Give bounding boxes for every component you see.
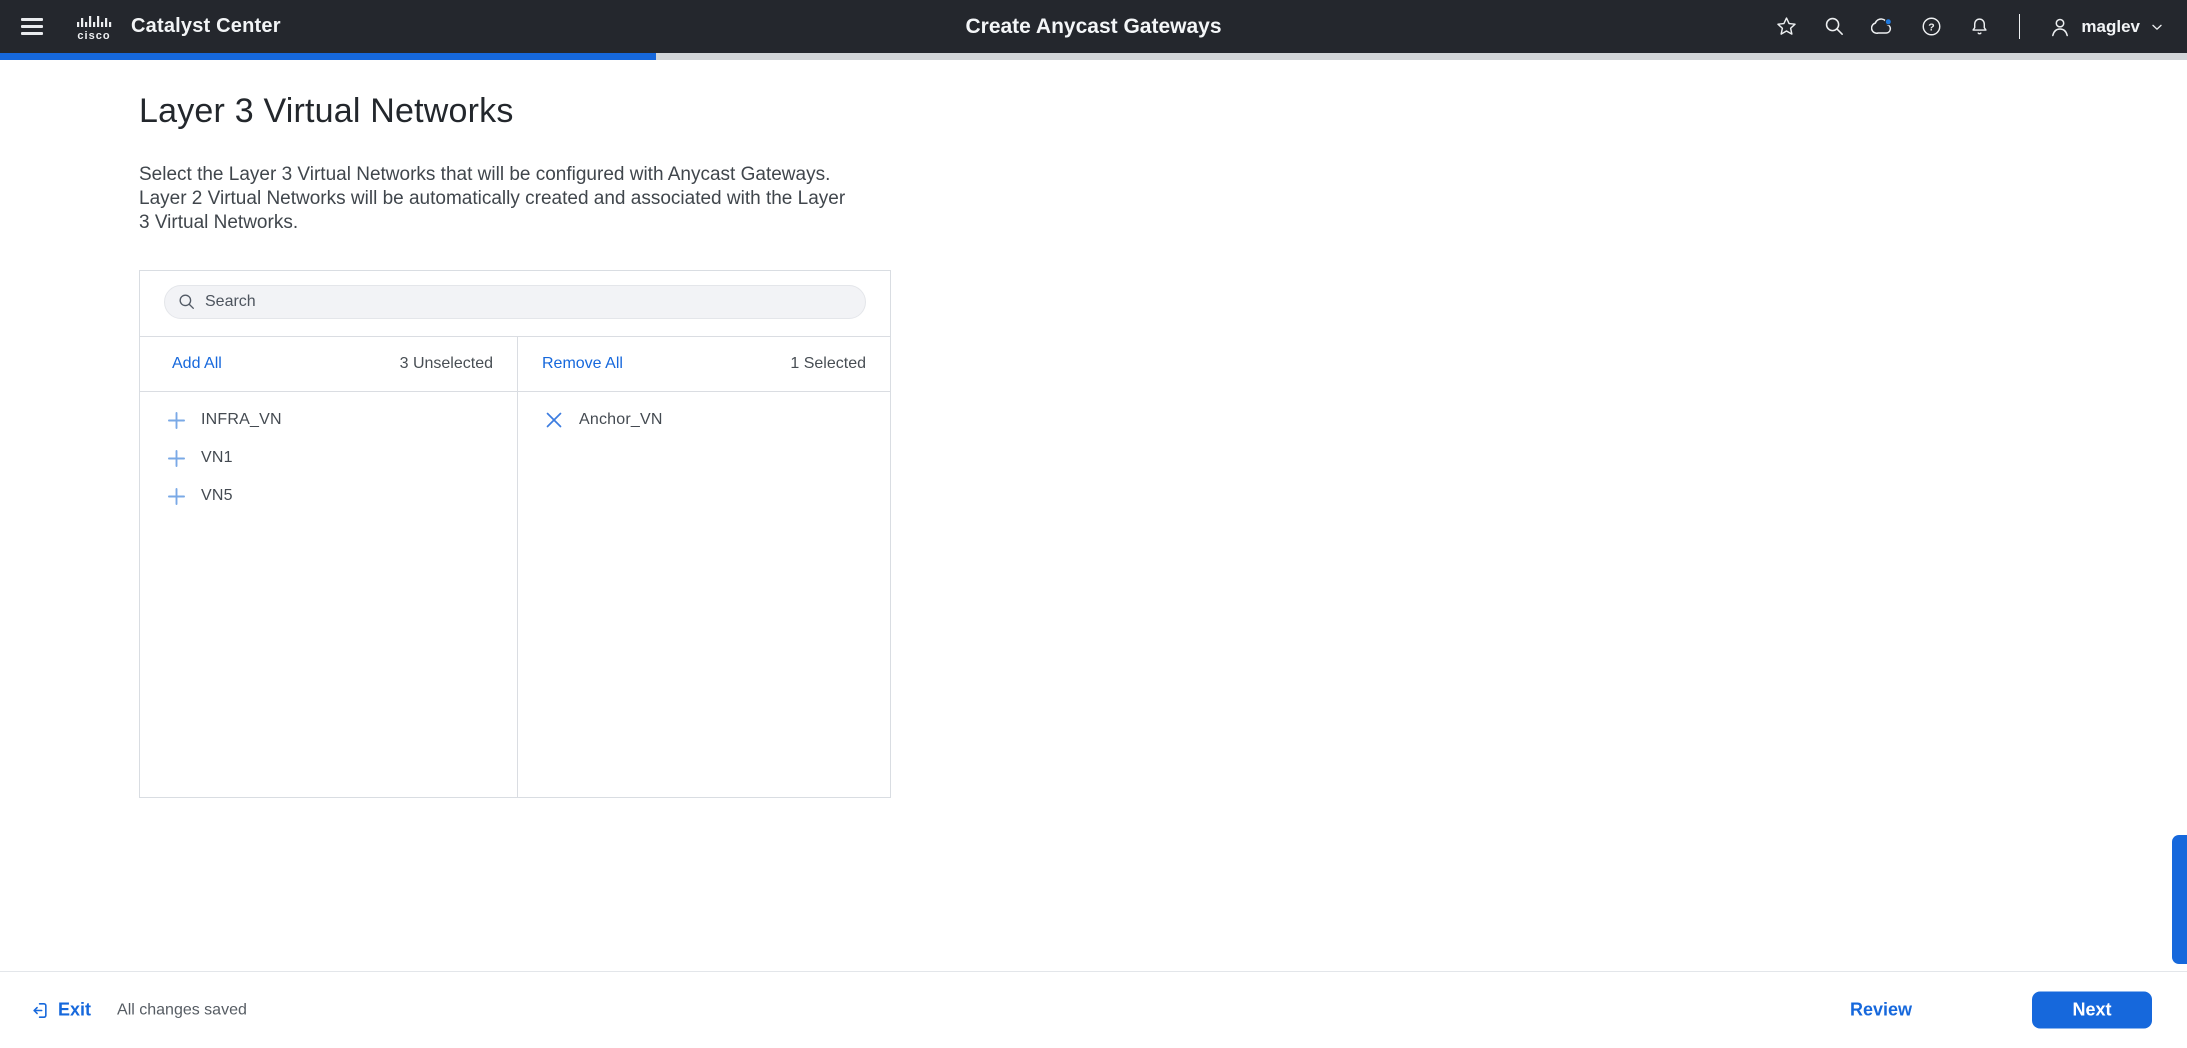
app-title: Catalyst Center xyxy=(131,15,281,37)
svg-text:?: ? xyxy=(1929,21,1935,33)
user-icon xyxy=(2052,18,2069,36)
selected-list: Anchor_VN xyxy=(517,392,890,797)
header-divider xyxy=(2019,14,2021,39)
search-row xyxy=(140,271,890,319)
available-list: INFRA_VN VN1 VN5 xyxy=(140,392,517,797)
wizard-progress-bar xyxy=(0,53,2187,60)
section-description: Select the Layer 3 Virtual Networks that… xyxy=(139,163,845,235)
exit-button[interactable]: Exit xyxy=(30,1000,91,1021)
chevron-down-icon xyxy=(2152,24,2162,30)
add-all-link[interactable]: Add All xyxy=(172,355,222,373)
list-item[interactable]: INFRA_VN xyxy=(140,401,517,439)
page: cisco Catalyst Center Create Anycast Gat… xyxy=(0,0,2187,1048)
svg-text:cisco: cisco xyxy=(77,30,110,42)
review-link[interactable]: Review xyxy=(1850,1000,1912,1021)
search-box xyxy=(164,285,866,319)
footer-right: Review Next xyxy=(1850,991,2152,1029)
username: maglev xyxy=(2081,16,2140,36)
description-line: 3 Virtual Networks. xyxy=(139,212,299,233)
notifications-bell-icon[interactable] xyxy=(1968,15,1991,38)
add-plus-icon[interactable] xyxy=(167,487,185,505)
list-item[interactable]: Anchor_VN xyxy=(518,401,890,439)
exit-label: Exit xyxy=(58,999,92,1020)
transfer-header: Add All 3 Unselected Remove All 1 Select… xyxy=(140,336,890,392)
wizard-footer: Exit All changes saved Review Next xyxy=(0,971,2187,1048)
description-line: Select the Layer 3 Virtual Networks that… xyxy=(139,164,831,185)
add-plus-icon[interactable] xyxy=(167,449,185,467)
exit-door-icon xyxy=(33,1002,47,1018)
page-title: Create Anycast Gateways xyxy=(965,14,1222,38)
footer-left: Exit All changes saved xyxy=(30,1000,247,1021)
search-icon[interactable] xyxy=(1823,15,1846,38)
list-item[interactable]: VN5 xyxy=(140,477,517,515)
cloud-status-icon[interactable] xyxy=(1871,15,1895,39)
favorites-star-icon[interactable] xyxy=(1775,15,1798,38)
cisco-logo: cisco xyxy=(77,15,112,42)
virtual-networks-transfer-panel: Add All 3 Unselected Remove All 1 Select… xyxy=(139,270,891,798)
help-icon[interactable]: ? xyxy=(1920,15,1943,38)
wizard-progress-fill xyxy=(0,53,657,60)
description-line: Layer 2 Virtual Networks will be automat… xyxy=(139,188,846,209)
selected-header: Remove All 1 Selected xyxy=(517,337,890,391)
add-plus-icon[interactable] xyxy=(167,411,185,429)
vn-name: Anchor_VN xyxy=(579,411,663,428)
scrollbar-thumb[interactable] xyxy=(2172,835,2187,964)
available-header: Add All 3 Unselected xyxy=(140,337,517,391)
unselected-count: 3 Unselected xyxy=(399,355,493,372)
section-heading: Layer 3 Virtual Networks xyxy=(139,92,514,130)
remove-all-link[interactable]: Remove All xyxy=(542,355,623,373)
app-header: cisco Catalyst Center Create Anycast Gat… xyxy=(0,0,2187,53)
header-actions: ? maglev xyxy=(1775,14,2187,39)
menu-icon[interactable] xyxy=(21,18,43,35)
remove-x-icon[interactable] xyxy=(545,411,563,429)
search-icon xyxy=(179,294,194,309)
vn-name: VN5 xyxy=(201,487,233,504)
search-input[interactable] xyxy=(205,293,852,311)
autosave-status: All changes saved xyxy=(117,1001,247,1018)
vn-name: INFRA_VN xyxy=(201,411,282,428)
next-button[interactable]: Next xyxy=(2032,991,2152,1029)
transfer-body: INFRA_VN VN1 VN5 Anchor_VN xyxy=(140,392,890,797)
user-menu[interactable]: maglev xyxy=(2048,15,2165,39)
list-item[interactable]: VN1 xyxy=(140,439,517,477)
vn-name: VN1 xyxy=(201,449,233,466)
selected-count: 1 Selected xyxy=(790,355,866,372)
